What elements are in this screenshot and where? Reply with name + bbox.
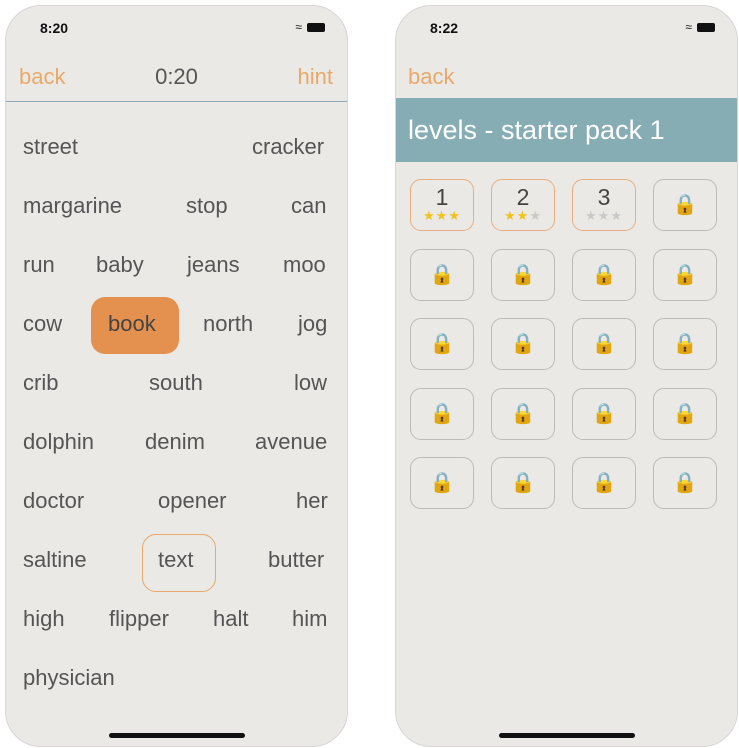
- word-tile[interactable]: doctor: [23, 488, 84, 514]
- locked-level-button[interactable]: 🔒: [410, 318, 474, 370]
- locked-level-button[interactable]: 🔒: [572, 457, 636, 509]
- lock-icon: 🔒: [429, 402, 455, 425]
- star-icon: ★: [504, 208, 517, 223]
- star-icon: ★: [597, 208, 611, 223]
- timer: 0:20: [155, 64, 198, 89]
- word-tile[interactable]: street: [23, 134, 78, 160]
- word-tile[interactable]: saltine: [23, 547, 87, 573]
- back-button[interactable]: back: [408, 64, 454, 90]
- level-number: 1: [435, 184, 449, 210]
- status-time: 8:20: [40, 20, 69, 36]
- hint-button[interactable]: hint: [298, 64, 333, 90]
- divider: [6, 101, 347, 102]
- word-tile[interactable]: high: [23, 606, 65, 632]
- lock-icon: 🔒: [591, 472, 617, 494]
- star-rating: ★★★: [573, 209, 635, 223]
- word-tile[interactable]: crib: [23, 370, 58, 396]
- lock-icon: 🔒: [429, 263, 455, 286]
- star-icon: ★: [529, 208, 542, 223]
- word-tile[interactable]: denim: [145, 429, 205, 455]
- home-indicator: [108, 733, 245, 738]
- star-icon: ★: [585, 208, 598, 223]
- locked-level-button[interactable]: 🔒: [410, 387, 474, 440]
- locked-level-button[interactable]: 🔒: [491, 387, 555, 440]
- lock-icon: 🔒: [510, 333, 536, 355]
- locked-level-button[interactable]: 🔒: [653, 179, 717, 231]
- word-tile[interactable]: stop: [186, 193, 228, 219]
- locked-level-button[interactable]: 🔒: [491, 248, 555, 301]
- locked-level-button[interactable]: 🔒: [653, 248, 717, 301]
- level-button[interactable]: 2 ★★★: [491, 179, 555, 231]
- lock-icon: 🔒: [672, 472, 698, 494]
- levels-screen: 8:22 ≈ back levels - starter pack 1 1 ★★★…: [395, 5, 738, 747]
- locked-level-button[interactable]: 🔒: [572, 248, 636, 301]
- word-tile[interactable]: cracker: [252, 134, 324, 160]
- locked-level-button[interactable]: 🔒: [491, 318, 555, 370]
- level-button[interactable]: 3 ★★★: [572, 179, 636, 231]
- locked-level-button[interactable]: 🔒: [572, 387, 636, 440]
- word-tile[interactable]: jeans: [187, 252, 240, 278]
- lock-icon: 🔒: [591, 333, 617, 355]
- word-tile[interactable]: dolphin: [23, 429, 94, 455]
- lock-icon: 🔒: [591, 402, 617, 425]
- word-tile[interactable]: avenue: [255, 429, 327, 455]
- locked-level-button[interactable]: 🔒: [491, 457, 555, 509]
- word-tile[interactable]: halt: [213, 606, 248, 632]
- wifi-icon: ≈: [295, 20, 302, 34]
- word-tile[interactable]: her: [296, 488, 328, 514]
- lock-icon: 🔒: [591, 263, 617, 286]
- locked-level-button[interactable]: 🔒: [653, 457, 717, 509]
- star-icon: ★: [435, 208, 449, 223]
- word-tile[interactable]: low: [294, 370, 327, 396]
- lock-icon: 🔒: [672, 194, 698, 216]
- lock-icon: 🔒: [429, 333, 455, 355]
- levels-title: levels - starter pack 1: [396, 98, 737, 162]
- lock-icon: 🔒: [672, 333, 698, 355]
- star-icon: ★: [448, 208, 461, 223]
- status-icons: ≈: [685, 20, 715, 34]
- level-button[interactable]: 1 ★★★: [410, 179, 474, 231]
- battery-icon: [697, 22, 715, 32]
- locked-level-button[interactable]: 🔒: [410, 457, 474, 509]
- star-icon: ★: [423, 208, 436, 223]
- word-game-screen: 8:20 ≈ back 0:20 hint street cracker marga…: [5, 5, 348, 747]
- word-tile[interactable]: north: [203, 311, 253, 337]
- word-tile[interactable]: book: [108, 311, 156, 337]
- lock-icon: 🔒: [672, 402, 698, 425]
- word-tile[interactable]: text: [158, 547, 193, 573]
- star-icon: ★: [516, 208, 530, 223]
- word-tile[interactable]: run: [23, 252, 55, 278]
- word-tile[interactable]: margarine: [23, 193, 122, 219]
- wifi-icon: ≈: [685, 20, 692, 34]
- word-tile[interactable]: opener: [158, 488, 227, 514]
- locked-level-button[interactable]: 🔒: [572, 318, 636, 370]
- status-time: 8:22: [430, 20, 459, 36]
- word-tile[interactable]: can: [291, 193, 326, 219]
- home-indicator: [498, 733, 635, 738]
- level-number: 2: [516, 184, 530, 210]
- word-tile[interactable]: flipper: [109, 606, 169, 632]
- word-tile[interactable]: baby: [96, 252, 144, 278]
- lock-icon: 🔒: [429, 472, 455, 494]
- word-tile[interactable]: butter: [268, 547, 324, 573]
- word-tile[interactable]: south: [149, 370, 203, 396]
- lock-icon: 🔒: [510, 263, 536, 286]
- word-tile[interactable]: cow: [23, 311, 62, 337]
- lock-icon: 🔒: [672, 263, 698, 286]
- status-icons: ≈: [295, 20, 325, 34]
- battery-icon: [307, 22, 325, 32]
- locked-level-button[interactable]: 🔒: [410, 248, 474, 301]
- star-icon: ★: [610, 208, 623, 223]
- word-tile[interactable]: jog: [298, 311, 327, 337]
- star-rating: ★★★: [411, 209, 473, 223]
- locked-level-button[interactable]: 🔒: [653, 318, 717, 370]
- lock-icon: 🔒: [510, 472, 536, 494]
- lock-icon: 🔒: [510, 402, 536, 425]
- locked-level-button[interactable]: 🔒: [653, 387, 717, 440]
- word-tile[interactable]: him: [292, 606, 327, 632]
- star-rating: ★★★: [492, 209, 554, 223]
- word-tile[interactable]: moo: [283, 252, 326, 278]
- level-number: 3: [597, 184, 611, 210]
- word-tile[interactable]: physician: [23, 665, 115, 691]
